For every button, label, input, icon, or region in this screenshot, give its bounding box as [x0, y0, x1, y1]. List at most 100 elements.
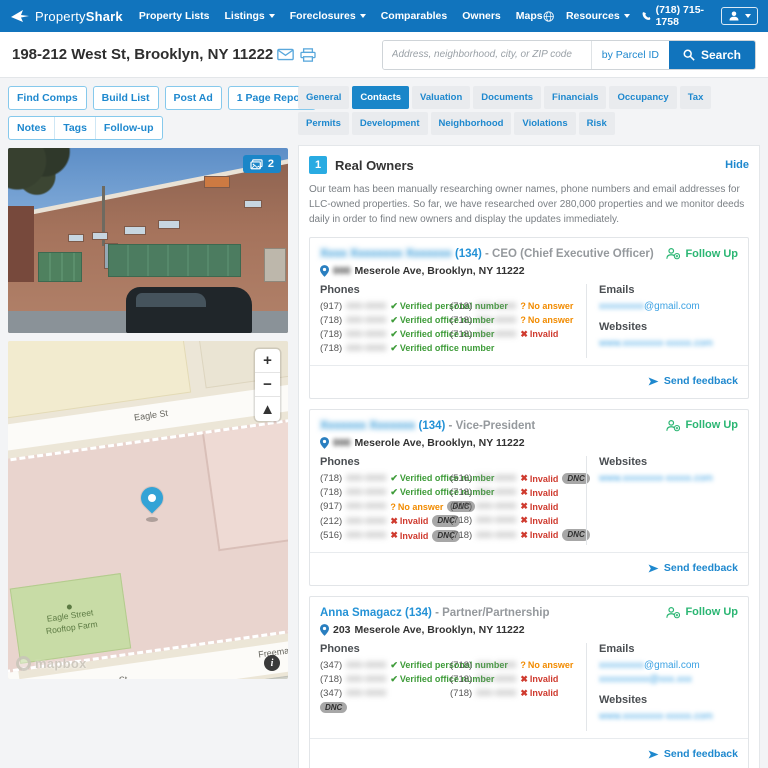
compass-button[interactable]: ▲	[255, 397, 280, 421]
find-comps-button[interactable]: Find Comps	[8, 86, 87, 110]
tags-link[interactable]: Tags	[55, 117, 96, 139]
owner-role: - Vice-President	[445, 419, 536, 432]
location-map[interactable]: Eagle Street Rooftop Farm Eagle St Freem…	[8, 341, 288, 679]
phone-status: ✖ Invalid	[520, 473, 558, 484]
notes-link[interactable]: Notes	[9, 117, 56, 139]
website-link[interactable]: www.xxxxxxxx-xxxxx.com	[599, 711, 738, 722]
phone-row: (516) 000-0000 ✖ Invalid DNC	[450, 472, 590, 485]
hide-link[interactable]: Hide	[725, 159, 749, 171]
account-menu[interactable]	[721, 7, 758, 25]
tab-violations[interactable]: Violations	[514, 112, 576, 135]
owner-property-count[interactable]: (134)	[405, 607, 432, 619]
map-controls: + − ▲	[255, 349, 280, 421]
build-list-button[interactable]: Build List	[92, 86, 159, 110]
send-feedback-label: Send feedback	[663, 562, 738, 575]
property-photo[interactable]: 2	[8, 148, 288, 333]
email-link[interactable]: xxxxxxxxx@gmail.com	[599, 301, 738, 312]
phone-row: (718) 000-0000 ✔ Verified office number	[320, 487, 494, 498]
tab-contacts[interactable]: Contacts	[352, 86, 410, 109]
phone-row: (917) 000-0000? No answer DNC	[320, 500, 475, 513]
send-feedback-link[interactable]: Send feedback	[648, 748, 738, 760]
tab-financials[interactable]: Financials	[544, 86, 607, 109]
follow-up-button[interactable]: Follow Up	[666, 419, 738, 432]
owner-property-count[interactable]: (134)	[419, 420, 446, 432]
search-input[interactable]	[382, 40, 591, 69]
email-link[interactable]: xxxxxxxxx@gmail.com	[599, 660, 738, 671]
status-label: No answer	[397, 501, 444, 512]
phone-number-redacted: 000-0000	[346, 328, 387, 340]
tab-permits[interactable]: Permits	[298, 112, 349, 135]
status-icon: ✖	[520, 487, 528, 498]
tab-valuation[interactable]: Valuation	[412, 86, 471, 109]
phone-status: ✖ Invalid	[520, 329, 558, 340]
phone-row: (718) 000-0000 ✖ Invalid	[450, 487, 576, 498]
dnc-badge: DNC	[320, 701, 348, 714]
car	[126, 287, 252, 333]
follow-up-button[interactable]: Follow Up	[666, 606, 738, 619]
zoom-in-button[interactable]: +	[255, 349, 280, 373]
tab-occupancy[interactable]: Occupancy	[609, 86, 677, 109]
globe-icon[interactable]	[543, 9, 554, 24]
nav-item-comparables[interactable]: Comparables	[381, 10, 448, 22]
tab-tax[interactable]: Tax	[679, 86, 712, 109]
nav-item-maps[interactable]: Maps	[516, 10, 543, 22]
address-text: Meserole Ave, Brooklyn, NY 11222	[354, 436, 525, 449]
nav-item-label: Listings	[224, 10, 265, 22]
nav-item-label: Maps	[515, 10, 543, 22]
tab-risk[interactable]: Risk	[578, 112, 615, 135]
redacted-text: xxxxxxxxx	[599, 300, 644, 312]
phone-area-code: (718)	[450, 314, 473, 326]
send-feedback-label: Send feedback	[663, 375, 738, 388]
follow-up-link[interactable]: Follow-up	[96, 117, 162, 139]
website-link[interactable]: www.xxxxxxxx-xxxxx.com	[599, 473, 738, 484]
search-icon	[683, 49, 695, 61]
owner-name[interactable]: Xxxx Xxxxxxxx Xxxxxxx	[320, 248, 452, 260]
nav-item-foreclosures[interactable]: Foreclosures	[290, 10, 366, 22]
redacted-text: www.xxxxxxxx-xxxxx.com	[599, 472, 713, 484]
status-label: Invalid	[529, 688, 559, 699]
follow-up-button[interactable]: Follow Up	[666, 247, 738, 260]
status-label: No answer	[527, 315, 574, 326]
email-icon[interactable]	[277, 48, 295, 62]
tab-neighborhood[interactable]: Neighborhood	[430, 112, 512, 135]
tab-documents[interactable]: Documents	[473, 86, 542, 109]
contact-phone: (718) 715-1758	[642, 4, 709, 28]
print-icon[interactable]	[300, 47, 316, 62]
nav-item-label: Comparables	[380, 10, 448, 22]
section-number-badge: 1	[309, 156, 327, 174]
tab-development[interactable]: Development	[351, 112, 428, 135]
website-link[interactable]: www.xxxxxxxx-xxxxx.com	[599, 338, 738, 349]
owner-role: - CEO (Chief Executive Officer)	[481, 248, 654, 260]
tab-general[interactable]: General	[298, 86, 350, 109]
map-info-button[interactable]: i	[264, 655, 280, 671]
status-label: No answer	[527, 660, 574, 671]
post-ad-button[interactable]: Post Ad	[164, 86, 222, 110]
phone-row: (718) 000-0000? No answer	[450, 315, 576, 326]
owner-property-count[interactable]: (134)	[455, 248, 482, 260]
phone-area-code: (718)	[320, 342, 343, 354]
send-feedback-link[interactable]: Send feedback	[648, 375, 738, 387]
phone-status: ✖ Invalid	[390, 516, 428, 527]
nav-item-owners[interactable]: Owners	[462, 10, 501, 22]
email-link[interactable]: xxxxxxxxxx@xxx.xxx	[599, 674, 738, 685]
search-button[interactable]: Search	[668, 40, 755, 69]
phone-area-code: (516)	[450, 473, 473, 485]
by-parcel-id-link[interactable]: by Parcel ID	[590, 40, 669, 69]
zoom-out-button[interactable]: −	[255, 373, 280, 397]
brand-logo[interactable]: PropertyShark	[10, 8, 123, 24]
owner-name[interactable]: Xxxxxxx Xxxxxxx	[320, 420, 415, 432]
send-feedback-link[interactable]: Send feedback	[648, 562, 738, 574]
nav-item-listings[interactable]: Listings	[224, 10, 275, 22]
emails-heading: Emails	[599, 642, 635, 655]
phone-number-redacted: 000-0000	[476, 473, 517, 485]
mapbox-attribution[interactable]: mapbox	[16, 656, 87, 671]
resources-menu[interactable]: Resources	[566, 10, 630, 22]
status-label: Invalid	[529, 515, 559, 526]
owner-name[interactable]: Anna Smagacz	[320, 607, 402, 619]
rooftop-farm: Eagle Street Rooftop Farm	[9, 573, 132, 664]
status-icon: ✖	[520, 501, 528, 512]
phone-number-redacted: 000-0000	[476, 659, 517, 671]
websites-heading: Websites	[599, 693, 648, 706]
nav-item-property-lists[interactable]: Property Lists	[139, 10, 210, 22]
photo-count-badge[interactable]: 2	[242, 155, 281, 173]
